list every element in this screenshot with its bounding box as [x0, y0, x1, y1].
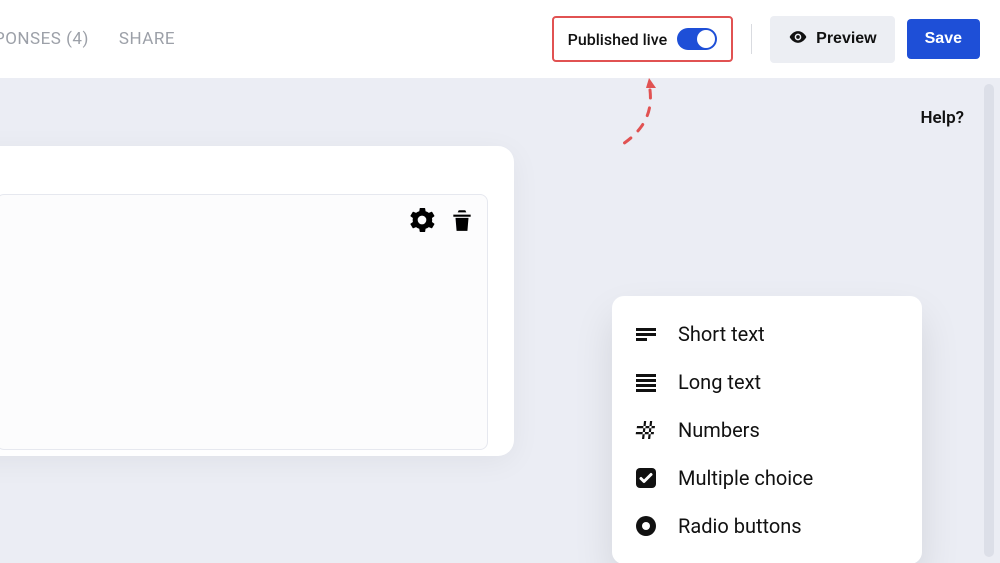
- preview-button-label: Preview: [816, 30, 876, 48]
- publish-live-highlight: Published live: [552, 16, 734, 62]
- question-tools: [409, 207, 475, 233]
- field-type-radio-buttons[interactable]: Radio buttons: [612, 502, 922, 550]
- short-text-icon: [634, 322, 658, 346]
- save-button-label: Save: [925, 30, 962, 48]
- gear-icon[interactable]: [409, 207, 435, 233]
- tab-share[interactable]: SHARE: [119, 29, 175, 49]
- radio-buttons-icon: [634, 514, 658, 538]
- annotation-arrow: [614, 78, 674, 158]
- tab-responses[interactable]: PONSES (4): [0, 29, 89, 49]
- topbar-tabs: PONSES (4) SHARE: [0, 29, 175, 49]
- scrollbar-vertical[interactable]: [984, 84, 994, 557]
- field-type-label: Long text: [678, 370, 761, 394]
- topbar: PONSES (4) SHARE Published live Preview …: [0, 0, 1000, 78]
- canvas-area: Help? Short text: [0, 78, 1000, 563]
- field-type-menu: Short text Long text Numbers Multiple ch…: [612, 296, 922, 563]
- long-text-icon: [634, 370, 658, 394]
- field-type-short-text[interactable]: Short text: [612, 310, 922, 358]
- field-type-label: Radio buttons: [678, 514, 802, 538]
- publish-live-label: Published live: [568, 30, 668, 49]
- field-type-multiple-choice[interactable]: Multiple choice: [612, 454, 922, 502]
- publish-live-toggle[interactable]: [677, 28, 717, 50]
- preview-button[interactable]: Preview: [770, 16, 894, 63]
- field-type-label: Short text: [678, 322, 765, 346]
- field-type-label: Numbers: [678, 418, 760, 442]
- eye-icon: [788, 27, 808, 52]
- field-type-label: Multiple choice: [678, 466, 813, 490]
- multiple-choice-icon: [634, 466, 658, 490]
- save-button[interactable]: Save: [907, 19, 980, 59]
- form-card: [0, 146, 514, 456]
- field-type-long-text[interactable]: Long text: [612, 358, 922, 406]
- numbers-icon: [634, 418, 658, 442]
- trash-icon[interactable]: [449, 207, 475, 233]
- help-link[interactable]: Help?: [920, 108, 964, 128]
- divider: [751, 24, 752, 54]
- field-type-numbers[interactable]: Numbers: [612, 406, 922, 454]
- question-block[interactable]: [0, 194, 488, 450]
